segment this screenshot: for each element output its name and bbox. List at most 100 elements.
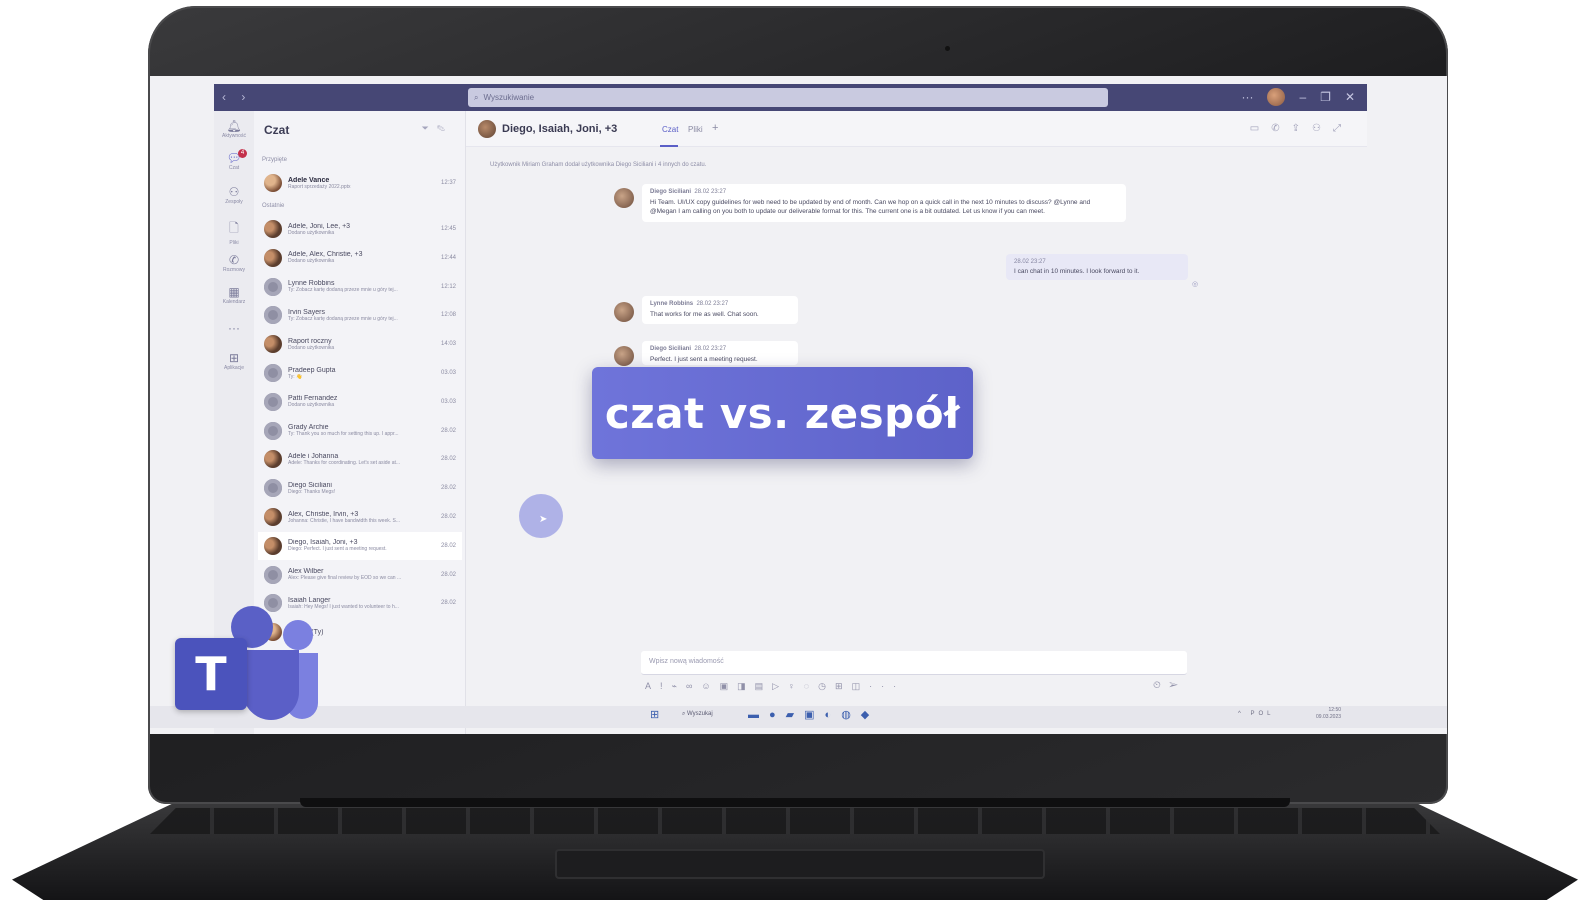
avatar[interactable] [614,346,634,366]
avatar[interactable] [614,188,634,208]
chat-icon[interactable]: ● [769,709,786,721]
rail-item-chat[interactable]: 💬︎ 4 Czat [214,149,254,171]
list-item[interactable]: Grady Archie Ty: Thank you so much for se… [258,417,462,445]
list-item[interactable]: Diego, Isaiah, Joni, +3 Diego: Perfect. I… [258,531,462,560]
list-item-text: Isaiah Langer Isaiah: Hey Megs! I just wa… [288,597,441,610]
chat-list-title[interactable]: Czat [264,123,289,137]
share-icon[interactable]: ⇪ [1292,123,1312,134]
chat-time: 28.02 [440,600,456,607]
list-item[interactable]: Lynne Robbins Ty: Zobacz kartę dodaną prz… [258,273,462,301]
list-item[interactable]: Adele, Alex, Christie, +3 Dodano użytkown… [258,244,462,272]
section-recent[interactable]: Ostatnie [262,203,284,209]
rail-item-calendar[interactable]: ▦ Kalendarz [214,285,254,305]
rail-item-files[interactable]: 🗋︎ Pliki [214,219,254,246]
praise-icon[interactable]: ♀ [788,681,804,691]
nav-arrows[interactable]: ‹ › [222,90,251,104]
rail-item-apps[interactable]: ⊞ Aplikacje [214,351,254,371]
tab-files[interactable]: Pliki [688,125,703,134]
avatar[interactable] [614,302,634,322]
list-item[interactable]: Alex, Christie, Irvin, +3 Johanna: Christ… [258,503,462,531]
chat-time: 03.03 [440,370,456,376]
participants-icon[interactable]: ⚇ [1312,123,1333,134]
emoji-icon[interactable]: ☺ [701,681,719,691]
clock[interactable]: 12:50 09.03.2023 [1316,707,1341,721]
tab-chat[interactable]: Czat [662,125,678,134]
webcam [945,46,950,51]
more-icon[interactable]: ··· [869,681,905,691]
system-tray[interactable]: ^ POL [1238,711,1275,717]
list-item[interactable]: Diego Siciliani Diego: Thanks Megs! 28.02 [258,474,462,502]
edge-icon[interactable]: ◐ [825,709,842,721]
cursor-icon: ➤ [539,514,548,525]
list-item[interactable]: Adele Vance Raport sprzedaży 2022.pptx 12:… [258,169,462,197]
apps-icon[interactable]: ⊞ [835,681,852,691]
format-icon[interactable]: A [645,681,660,691]
chat-time: 28.02 [440,571,456,578]
list-item[interactable]: Alex Wilber Alex: Please give final revie… [258,561,462,589]
popout-icon[interactable]: ⤢ [1333,123,1353,134]
send-icon[interactable]: ➢ [1169,680,1186,691]
add-tab-button[interactable]: + [712,122,718,134]
gif-icon[interactable]: ▣ [720,681,738,691]
avatar [264,479,282,498]
browser-icon[interactable]: ◍ [841,709,861,721]
filter-icon[interactable]: ⏷ [422,123,437,133]
forms-icon[interactable]: ◫ [852,681,870,691]
rail-item-more[interactable]: ··· [214,321,254,335]
chat-name: Patti Fernandez [288,395,338,403]
new-chat-icon[interactable]: ✎ [437,123,453,133]
list-item[interactable]: Adele, Joni, Lee, +3 Dodano użytkownika 12… [258,215,462,243]
list-item-text: Diego Siciliani Diego: Thanks Megs! [288,482,441,495]
list-item[interactable]: Pradeep Gupta Ty: 👋 03.03 [258,359,462,387]
chat-name: Irvin Sayers [288,308,325,316]
chat-name: Raport roczny [288,337,332,345]
taskbar-search[interactable]: ⌕ Wyszukaj [682,711,713,718]
unread-badge: 4 [238,149,247,158]
priority-icon[interactable]: ! [660,681,672,691]
schedule-icon[interactable]: ◷ [818,681,835,691]
sticker-icon[interactable]: ◨ [737,681,755,691]
stream-icon[interactable]: ▷ [772,681,788,691]
video-call-icon[interactable]: ▭ [1250,123,1271,134]
avatar [264,450,282,469]
attach-icon[interactable]: ⌁ [672,681,686,691]
avatar [264,220,282,238]
teams-icon[interactable]: ◆ [861,709,879,721]
close-icon[interactable]: ✕ [1345,90,1355,104]
chat-header: Diego, Isaiah, Joni, +3 Czat Pliki + ▭✆⇪… [466,111,1367,147]
rail-item-activity[interactable]: 🔔︎ Aktywność [214,119,254,139]
avatar [264,421,282,440]
avatar[interactable] [1267,88,1286,106]
maximize-icon[interactable]: ❐ [1320,90,1331,104]
list-item[interactable]: Irvin Sayers Ty: Zobacz kartę dodaną prze… [258,301,462,329]
compose-input[interactable]: Wpisz nową wiadomość [641,651,1187,675]
store-icon[interactable]: ▣ [804,709,824,721]
windows-start-icon[interactable]: ⊞ [650,709,669,721]
message-meta: Diego Siciliani 28.02 23:27 [650,189,727,195]
audio-call-icon[interactable]: ✆ [1271,123,1291,134]
send-actions: ⏲➢ [1153,680,1186,691]
list-item[interactable]: Raport roczny Dodano użytkownika 14:03 [258,330,462,358]
folder-icon[interactable]: ▰ [786,709,804,721]
schedule-send-icon[interactable]: ⏲ [1153,680,1169,691]
rail-item-calls[interactable]: ✆ Rozmowy [214,253,254,273]
meet-icon[interactable]: ▤ [755,681,773,691]
avatar [264,277,282,296]
message-text: Hi Team. UI/UX copy guidelines for web n… [650,199,1091,216]
list-item[interactable]: Patti Fernandez Dodano użytkownika 03.03 [258,388,462,416]
avatar [264,508,282,526]
section-pinned[interactable]: Przypięte [262,157,287,163]
list-item[interactable]: Isaiah Langer Isaiah: Hey Megs! I just wa… [258,589,462,617]
loop-icon[interactable]: ∞ [686,681,701,691]
tips-icon[interactable]: ◌ [804,681,818,691]
more-options-icon[interactable]: ··· [1241,90,1253,104]
taskbar-apps: ▬●▰▣◐◍◆ [748,708,879,721]
clock-date: 09.03.2023 [1316,714,1342,720]
file-explorer-icon[interactable]: ▬ [748,709,769,721]
list-item[interactable]: Adele i Johanna Adele: Thanks for coordin… [258,445,462,473]
search-input[interactable]: ⌕ Wyszukiwanie [468,88,1108,107]
minimize-icon[interactable]: – [1299,90,1306,104]
chat-title[interactable]: Diego, Isaiah, Joni, +3 [502,123,617,135]
files-icon: 🗋︎ [229,221,239,235]
rail-item-teams[interactable]: ⚇ Zespoły [214,185,254,205]
